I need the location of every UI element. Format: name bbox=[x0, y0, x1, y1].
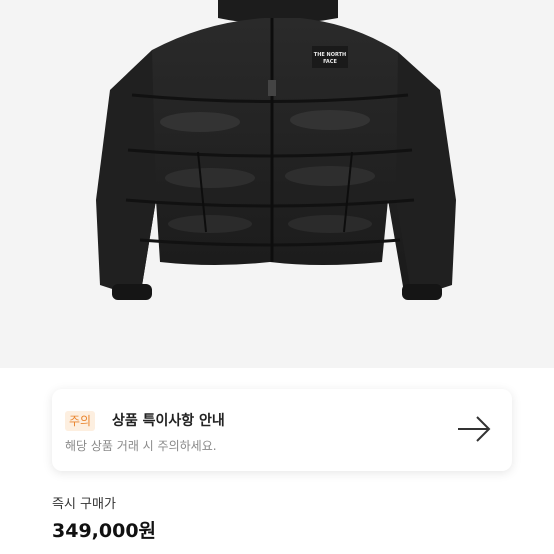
price-label: 즉시 구매가 bbox=[52, 497, 116, 512]
notice-title: 상품 특이사항 안내 bbox=[112, 413, 225, 429]
svg-text:FACE: FACE bbox=[323, 59, 337, 65]
price-value: 349,000원 bbox=[52, 520, 157, 542]
notice-description: 해당 상품 거래 시 주의하세요. bbox=[65, 439, 217, 453]
notice-card[interactable]: 주의 상품 특이사항 안내 해당 상품 거래 시 주의하세요. bbox=[52, 389, 512, 471]
arrow-right-icon[interactable] bbox=[456, 415, 492, 443]
product-image[interactable]: THE NORTH FACE bbox=[0, 0, 554, 368]
notice-badge: 주의 bbox=[65, 411, 96, 431]
product-page: THE NORTH FACE 주의 상품 특이사항 안내 해당 상품 거래 시 … bbox=[0, 0, 554, 554]
svg-text:THE NORTH: THE NORTH bbox=[314, 52, 346, 58]
jacket-photo: THE NORTH FACE bbox=[96, 0, 456, 300]
